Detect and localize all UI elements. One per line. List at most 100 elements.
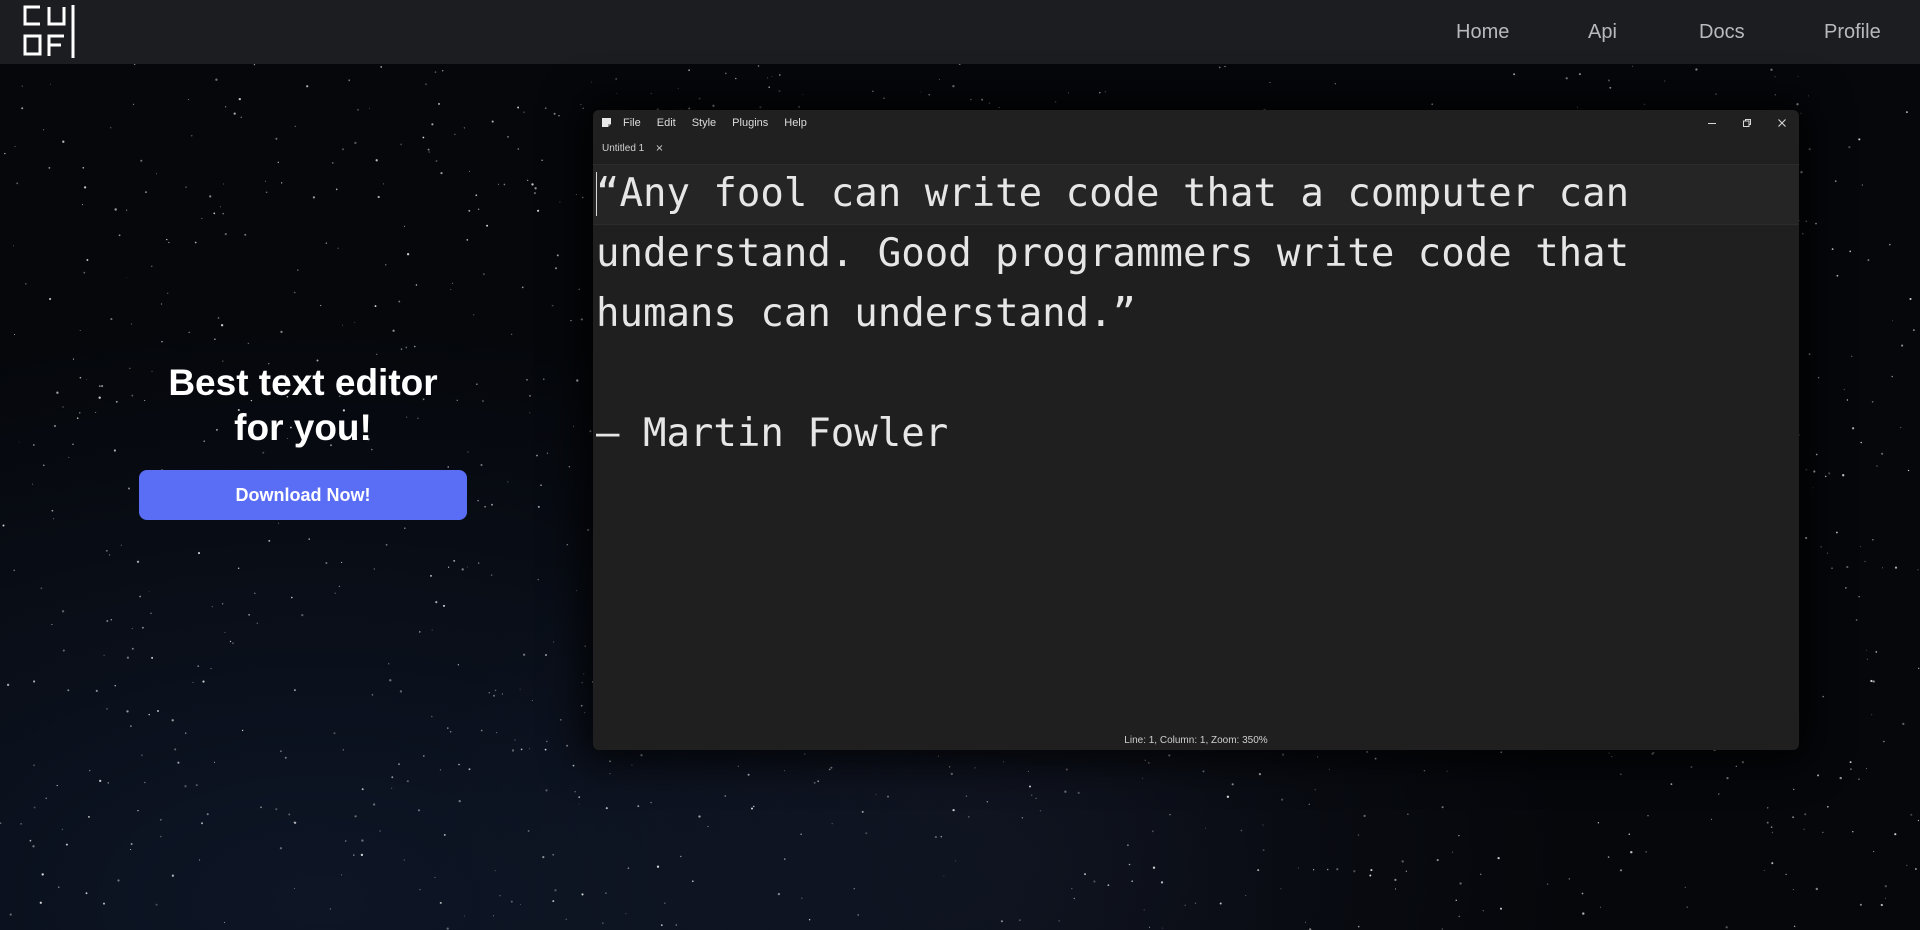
star (1917, 819, 1920, 822)
nav-link-home[interactable]: Home (1456, 21, 1509, 44)
star (110, 318, 113, 321)
star (145, 191, 147, 194)
nav-link-docs[interactable]: Docs (1699, 21, 1745, 44)
star (62, 406, 64, 408)
star (211, 606, 213, 608)
star (115, 400, 118, 403)
star (1785, 873, 1787, 876)
star (451, 282, 453, 284)
star (1257, 869, 1260, 872)
star (1098, 91, 1101, 94)
star (477, 499, 479, 502)
star (1792, 816, 1795, 819)
logo[interactable] (22, 4, 76, 58)
star (998, 106, 1000, 109)
star (545, 789, 548, 792)
minimize-button[interactable] (1694, 110, 1729, 136)
menu-edit[interactable]: Edit (657, 117, 676, 129)
tab-close-icon[interactable]: × (655, 143, 663, 154)
star (450, 288, 452, 291)
star (1815, 453, 1818, 456)
star (247, 342, 250, 345)
star (473, 314, 475, 316)
star (778, 74, 781, 76)
star (467, 451, 469, 453)
star (399, 690, 403, 693)
star (1807, 95, 1809, 97)
nav-link-api[interactable]: Api (1588, 21, 1617, 44)
star (219, 206, 221, 208)
star (570, 320, 572, 322)
star (1822, 831, 1824, 834)
star (1800, 112, 1802, 115)
star (1849, 761, 1852, 764)
star (14, 146, 16, 148)
star (1884, 885, 1887, 888)
star (546, 740, 548, 743)
star (937, 755, 939, 757)
star (1918, 667, 1920, 669)
star (1353, 870, 1356, 873)
star (1802, 232, 1804, 235)
star (144, 781, 146, 784)
star (341, 561, 343, 563)
star (12, 245, 15, 247)
star (155, 903, 158, 906)
menu-file[interactable]: File (623, 117, 641, 129)
star (132, 103, 135, 106)
star (1317, 756, 1319, 758)
star (131, 394, 134, 397)
menu-plugins[interactable]: Plugins (732, 117, 768, 129)
star (691, 880, 694, 883)
star (1611, 755, 1613, 758)
star (427, 148, 430, 151)
star (1446, 770, 1448, 772)
star (1357, 834, 1360, 836)
star (707, 826, 709, 827)
star (385, 544, 388, 546)
star (1632, 65, 1634, 67)
star (581, 893, 584, 896)
star (529, 395, 531, 397)
download-button[interactable]: Download Now! (139, 470, 467, 520)
star (546, 452, 548, 454)
star (113, 449, 116, 452)
star (1607, 856, 1610, 858)
star (521, 286, 524, 289)
star (529, 412, 531, 414)
star (140, 159, 143, 162)
star (453, 559, 456, 562)
star (1858, 138, 1861, 141)
star (1126, 844, 1129, 847)
star (1423, 769, 1426, 772)
star (480, 463, 483, 467)
star (1628, 833, 1631, 835)
star (817, 780, 820, 783)
star (490, 574, 493, 576)
star (981, 98, 984, 101)
star (1766, 821, 1769, 824)
close-button[interactable] (1764, 110, 1799, 136)
star (1568, 878, 1570, 880)
star (361, 839, 364, 842)
menu-style[interactable]: Style (692, 117, 716, 129)
restore-button[interactable] (1729, 110, 1764, 136)
editor-text[interactable]: “Any fool can write code that a computer… (596, 164, 1776, 464)
star (130, 323, 133, 325)
star (187, 98, 189, 101)
star (101, 385, 104, 388)
menu-help[interactable]: Help (784, 117, 807, 129)
star (342, 324, 343, 326)
star (801, 897, 803, 899)
nav-link-profile[interactable]: Profile (1824, 21, 1881, 44)
star (1067, 92, 1070, 94)
editor-area[interactable]: “Any fool can write code that a computer… (593, 164, 1799, 724)
star (329, 908, 331, 910)
tab-untitled-1[interactable]: Untitled 1 × (593, 136, 672, 160)
star (1513, 73, 1516, 76)
star (379, 830, 381, 832)
star (377, 195, 380, 199)
star (1901, 344, 1904, 347)
star (361, 788, 364, 791)
star (757, 65, 760, 67)
